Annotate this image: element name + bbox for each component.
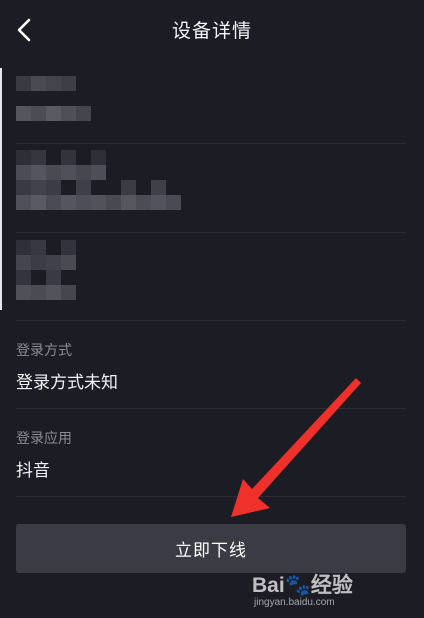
scroll-indicator bbox=[0, 68, 2, 310]
login-app-value: 抖音 bbox=[16, 461, 50, 481]
blurred-device-location bbox=[16, 240, 86, 304]
top-bar: 设备详情 bbox=[0, 0, 424, 62]
divider bbox=[16, 408, 406, 409]
blurred-device-name bbox=[16, 76, 96, 122]
divider bbox=[16, 232, 406, 233]
login-app-label: 登录应用 bbox=[16, 431, 72, 447]
watermark-logo: Bai🐾经验 bbox=[252, 574, 353, 597]
login-method-value: 登录方式未知 bbox=[16, 373, 118, 393]
divider bbox=[16, 496, 406, 497]
page-title: 设备详情 bbox=[171, 20, 252, 42]
login-method-label: 登录方式 bbox=[16, 343, 72, 359]
blurred-device-model bbox=[16, 150, 186, 214]
watermark-url: jingyan.baidu.com bbox=[254, 597, 335, 608]
divider bbox=[16, 143, 406, 144]
watermark: Bai🐾经验 jingyan.baidu.com bbox=[252, 565, 402, 615]
divider bbox=[16, 320, 406, 321]
